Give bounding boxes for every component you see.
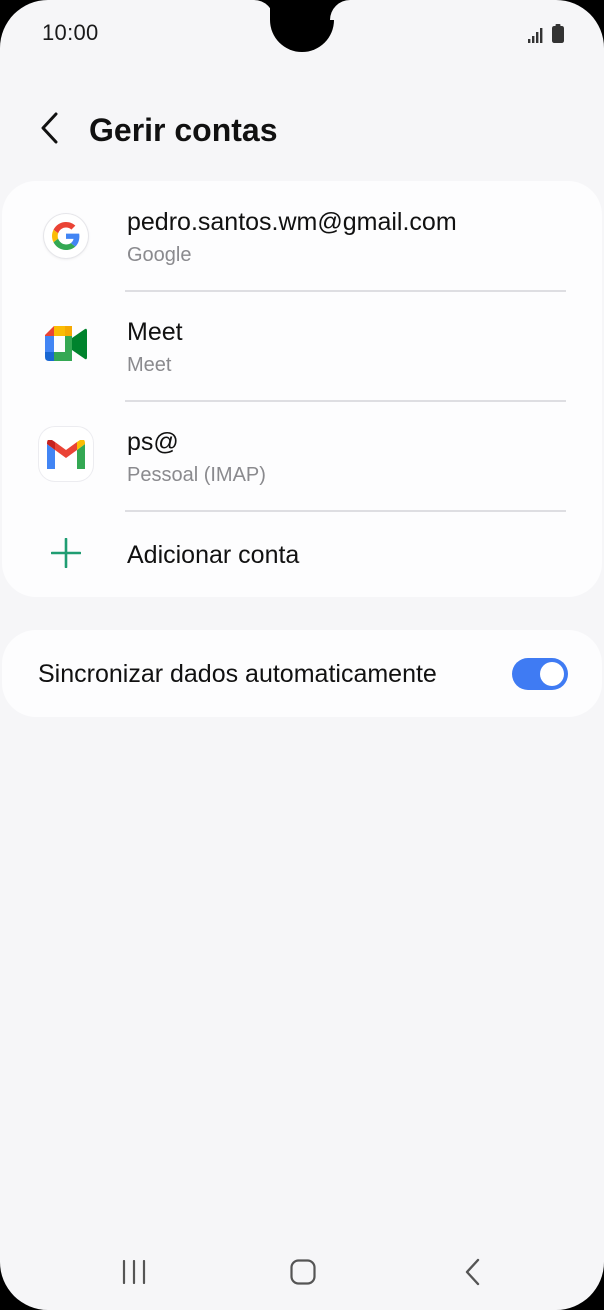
navigation-bar <box>0 1240 604 1310</box>
account-subtitle: Pessoal (IMAP) <box>127 464 266 486</box>
nav-back-button[interactable] <box>443 1254 503 1294</box>
screen: 10:00 Gerir contas pedro.santos.wm@gmail… <box>0 0 604 1310</box>
google-icon <box>44 214 88 258</box>
accounts-card: pedro.santos.wm@gmail.com Google Meet Me… <box>2 181 602 597</box>
sync-card: Sincronizar dados automaticamente <box>2 630 602 717</box>
home-button[interactable] <box>273 1254 333 1294</box>
account-icon-container <box>38 318 94 374</box>
gmail-icon <box>39 427 93 481</box>
account-title: ps@ <box>127 428 179 456</box>
account-row-meet[interactable]: Meet Meet <box>2 291 602 401</box>
recent-apps-icon <box>121 1259 147 1289</box>
account-title: pedro.santos.wm@gmail.com <box>127 208 457 236</box>
add-account-label: Adicionar conta <box>127 541 300 569</box>
account-icon-container <box>38 426 94 482</box>
chevron-left-icon <box>39 111 61 150</box>
status-icons <box>528 24 564 48</box>
app-header: Gerir contas <box>0 96 604 166</box>
sync-toggle[interactable] <box>512 658 568 690</box>
status-time: 10:00 <box>42 20 99 45</box>
google-meet-icon <box>45 325 87 367</box>
account-icon-container <box>38 208 94 264</box>
status-bar: 10:00 <box>0 0 604 70</box>
toggle-knob <box>540 662 564 686</box>
account-subtitle: Meet <box>127 354 172 376</box>
signal-icon <box>528 27 544 48</box>
account-title: Meet <box>127 318 183 346</box>
back-button[interactable] <box>30 108 70 152</box>
camera-notch <box>270 0 334 52</box>
account-row-google[interactable]: pedro.santos.wm@gmail.com Google <box>2 181 602 291</box>
camera-notch-right <box>330 0 350 20</box>
recent-apps-button[interactable] <box>104 1254 164 1294</box>
page-title: Gerir contas <box>89 112 278 148</box>
battery-icon <box>552 24 564 48</box>
add-account-button[interactable]: Adicionar conta <box>2 511 602 597</box>
sync-label: Sincronizar dados automaticamente <box>38 660 437 688</box>
back-icon <box>464 1258 482 1291</box>
home-icon <box>290 1258 316 1290</box>
account-subtitle: Google <box>127 244 192 266</box>
account-row-gmail[interactable]: ps@ Pessoal (IMAP) <box>2 401 602 511</box>
add-icon-container <box>38 527 94 583</box>
plus-icon <box>50 537 82 573</box>
